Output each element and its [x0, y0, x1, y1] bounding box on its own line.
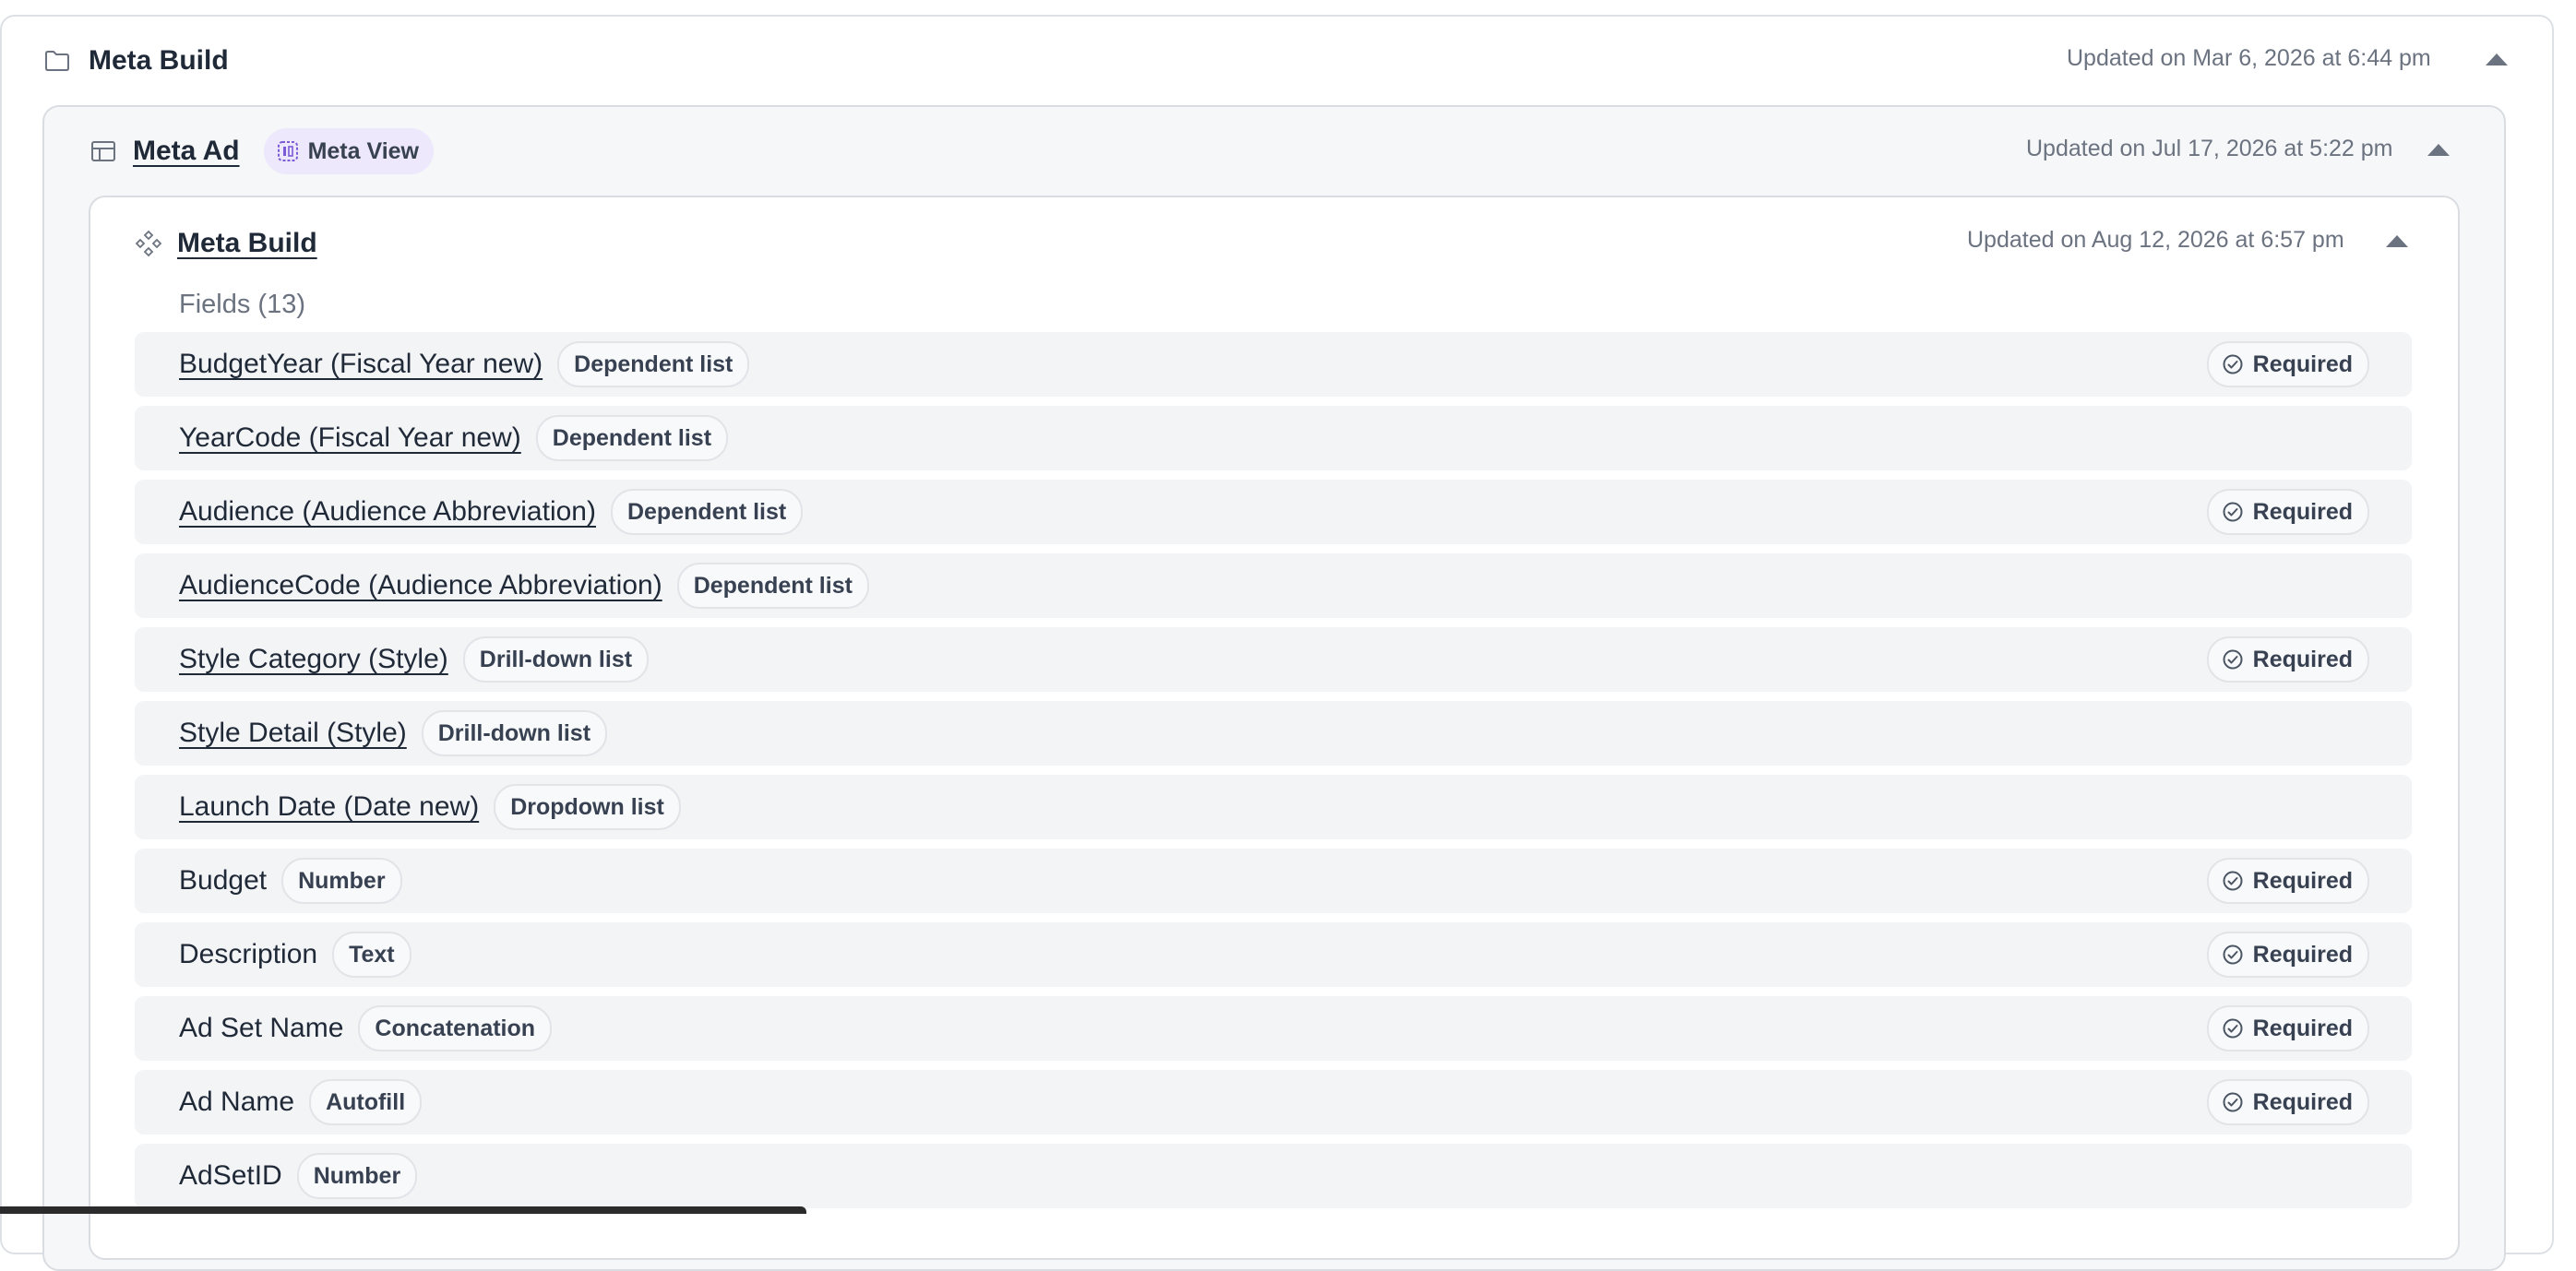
meta-view-badge: Meta View [263, 128, 434, 174]
field-type-badge: Drill-down list [421, 710, 608, 756]
field-row: Budget Number Required [135, 849, 2412, 913]
field-name[interactable]: Launch Date (Date new) [179, 791, 479, 823]
build-updated: Updated on Aug 12, 2026 at 6:57 pm [1967, 227, 2344, 253]
view-title-link[interactable]: Meta Ad [133, 136, 240, 167]
check-circle-icon [2222, 1017, 2244, 1039]
page: Meta Build Updated on Mar 6, 2026 at 6:4… [0, 0, 2576, 1271]
component-icon [135, 230, 162, 257]
field-type-badge: Drill-down list [462, 636, 650, 683]
required-label: Required [2252, 1015, 2353, 1041]
build-title-link[interactable]: Meta Build [177, 228, 317, 259]
field-name: Description [179, 939, 318, 969]
required-label: Required [2252, 646, 2353, 672]
bottom-overlay-bar [0, 1206, 806, 1214]
field-type-badge: Autofill [309, 1079, 423, 1125]
check-circle-icon [2222, 1091, 2244, 1113]
view-header: Meta Ad Meta View [90, 127, 434, 175]
field-type-badge: Dependent list [676, 563, 869, 609]
field-type-badge: Number [296, 1153, 418, 1199]
required-badge: Required [2206, 341, 2369, 387]
field-row: Audience (Audience Abbreviation) Dependen… [135, 480, 2412, 544]
table-icon [90, 138, 116, 164]
field-row: AdSetID Number [135, 1144, 2412, 1208]
field-name[interactable]: AudienceCode (Audience Abbreviation) [179, 570, 662, 601]
field-name[interactable]: BudgetYear (Fiscal Year new) [179, 349, 543, 380]
meta-view-badge-label: Meta View [307, 137, 419, 164]
required-badge: Required [2206, 858, 2369, 904]
collapse-section-button[interactable] [2486, 53, 2508, 65]
folder-icon [44, 48, 70, 74]
field-row: Style Category (Style) Drill-down list Req… [135, 627, 2412, 692]
required-badge: Required [2206, 1005, 2369, 1051]
field-name[interactable]: Style Category (Style) [179, 644, 448, 675]
field-row: YearCode (Fiscal Year new) Dependent list [135, 406, 2412, 470]
required-label: Required [2252, 867, 2353, 894]
check-circle-icon [2222, 648, 2244, 671]
field-type-badge: Dependent list [557, 341, 750, 387]
field-name[interactable]: YearCode (Fiscal Year new) [179, 422, 521, 454]
required-label: Required [2252, 941, 2353, 968]
field-name: Ad Name [179, 1087, 295, 1117]
field-type-badge: Text [332, 932, 411, 978]
field-row: BudgetYear (Fiscal Year new) Dependent li… [135, 332, 2412, 397]
required-label: Required [2252, 498, 2353, 525]
field-row: Launch Date (Date new) Dropdown list [135, 775, 2412, 839]
required-badge: Required [2206, 932, 2369, 978]
field-type-badge: Number [281, 858, 402, 904]
required-label: Required [2252, 1088, 2353, 1115]
field-row: Description Text Required [135, 922, 2412, 987]
field-row: Style Detail (Style) Drill-down list [135, 701, 2412, 766]
fields-count-label: Fields (13) [179, 290, 305, 319]
field-name: AdSetID [179, 1160, 282, 1191]
build-header: Meta Build [135, 223, 317, 264]
field-type-badge: Concatenation [358, 1005, 553, 1051]
field-row: AudienceCode (Audience Abbreviation) Depe… [135, 553, 2412, 618]
view-icon [277, 140, 299, 162]
field-name: Ad Set Name [179, 1013, 344, 1043]
section-title: Meta Build [89, 45, 229, 76]
field-type-badge: Dependent list [535, 415, 729, 461]
check-circle-icon [2222, 944, 2244, 966]
field-name: Budget [179, 865, 268, 896]
field-name[interactable]: Audience (Audience Abbreviation) [179, 496, 596, 528]
section-updated: Updated on Mar 6, 2026 at 6:44 pm [2067, 45, 2431, 71]
field-type-badge: Dropdown list [494, 784, 681, 830]
required-badge: Required [2206, 489, 2369, 535]
required-badge: Required [2206, 636, 2369, 683]
collapse-build-button[interactable] [2386, 235, 2408, 247]
field-row: Ad Name Autofill Required [135, 1070, 2412, 1134]
view-updated: Updated on Jul 17, 2026 at 5:22 pm [2026, 136, 2393, 161]
collapse-view-button[interactable] [2427, 144, 2450, 156]
field-row: Ad Set Name Concatenation Required [135, 996, 2412, 1061]
field-name[interactable]: Style Detail (Style) [179, 718, 407, 749]
check-circle-icon [2222, 870, 2244, 892]
check-circle-icon [2222, 501, 2244, 523]
required-badge: Required [2206, 1079, 2369, 1125]
check-circle-icon [2222, 353, 2244, 375]
required-label: Required [2252, 350, 2353, 377]
field-type-badge: Dependent list [610, 489, 804, 535]
section-header[interactable]: Meta Build [44, 42, 229, 79]
